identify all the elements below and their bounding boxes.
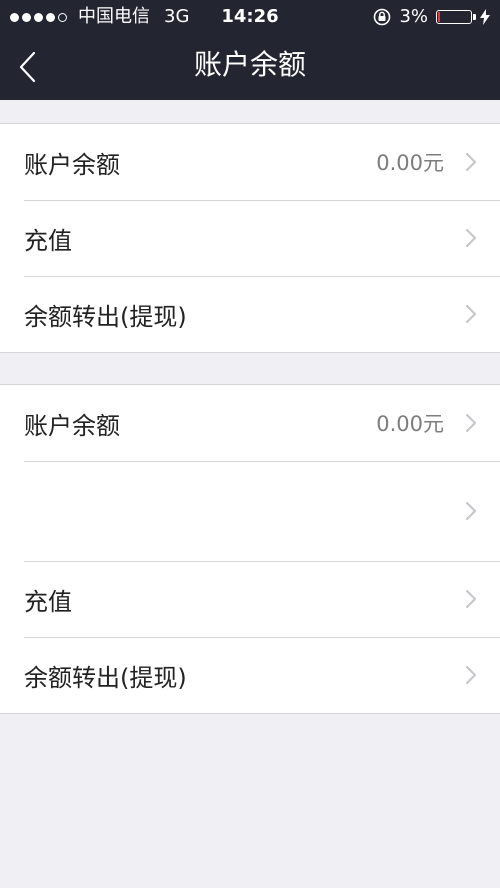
battery-level <box>438 12 440 22</box>
battery-icon <box>436 10 476 24</box>
balance-value: 0.00元 <box>376 151 444 175</box>
navigation-bar: 账户余额 <box>0 34 500 100</box>
chevron-right-icon <box>465 413 477 433</box>
row-label: 余额转出(提现) <box>24 663 187 692</box>
status-right: 3% <box>373 0 490 34</box>
chevron-right-icon <box>465 501 477 521</box>
battery-percent: 3% <box>399 6 428 27</box>
header: 中国电信 3G 14:26 3% 账户余额 <box>0 0 500 100</box>
balance-value: 0.00元 <box>376 412 444 436</box>
chevron-right-icon <box>465 228 477 248</box>
row-recharge[interactable]: 充值 <box>0 561 500 637</box>
chevron-right-icon <box>465 589 477 609</box>
orientation-lock-icon <box>373 8 391 26</box>
balance-section-2: 账户余额 0.00元 充值 余额转出(提现) <box>0 384 500 714</box>
charging-bolt-icon <box>480 9 490 25</box>
chevron-right-icon <box>465 665 477 685</box>
row-empty[interactable] <box>0 461 500 561</box>
row-label: 账户余额 <box>24 411 120 440</box>
row-label: 充值 <box>24 226 72 255</box>
chevron-right-icon <box>465 152 477 172</box>
row-account-balance[interactable]: 账户余额 0.00元 <box>0 124 500 200</box>
row-withdraw[interactable]: 余额转出(提现) <box>0 637 500 713</box>
row-label: 账户余额 <box>24 150 120 179</box>
row-recharge[interactable]: 充值 <box>0 200 500 276</box>
page-title: 账户余额 <box>193 48 306 81</box>
balance-section-1: 账户余额 0.00元 充值 余额转出(提现) <box>0 123 500 353</box>
chevron-right-icon <box>465 304 477 324</box>
row-withdraw[interactable]: 余额转出(提现) <box>0 276 500 352</box>
row-label: 余额转出(提现) <box>24 302 187 331</box>
row-account-balance[interactable]: 账户余额 0.00元 <box>0 385 500 461</box>
row-label: 充值 <box>24 587 72 616</box>
status-bar: 中国电信 3G 14:26 3% <box>0 0 500 34</box>
